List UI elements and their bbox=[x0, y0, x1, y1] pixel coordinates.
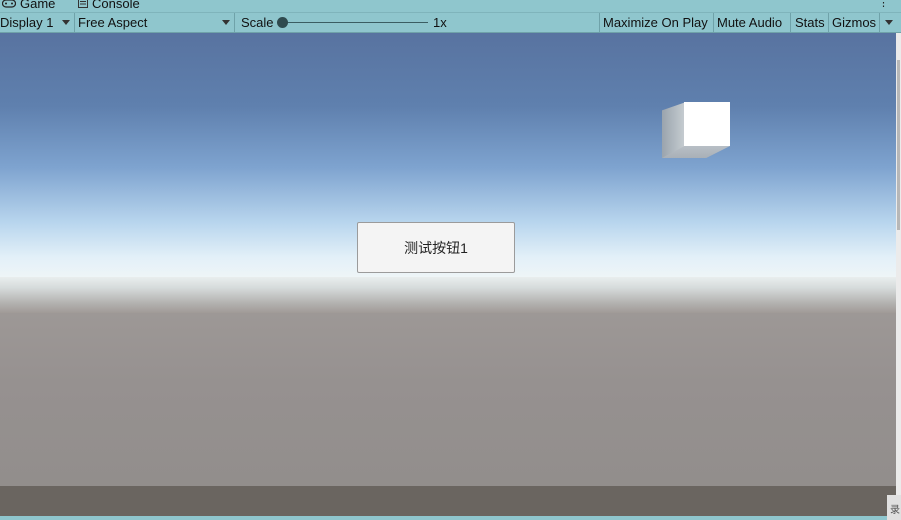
maximize-on-play-label: Maximize On Play bbox=[603, 15, 708, 30]
tab-game-label: Game bbox=[20, 0, 56, 11]
divider bbox=[790, 13, 791, 32]
corner-glyph: 录 bbox=[890, 505, 900, 516]
mute-audio-label: Mute Audio bbox=[717, 15, 783, 30]
ground-plane bbox=[0, 313, 896, 486]
more-options-icon[interactable]: ⋮ bbox=[878, 0, 889, 9]
mute-audio-toggle[interactable]: Mute Audio bbox=[717, 13, 782, 32]
scale-label: Scale bbox=[241, 13, 274, 32]
corner-panel: 录 bbox=[887, 495, 901, 520]
aspect-dropdown-label: Free Aspect bbox=[78, 15, 148, 30]
cube-face bbox=[684, 102, 730, 146]
chevron-down-icon bbox=[222, 20, 230, 25]
divider bbox=[234, 13, 235, 32]
divider bbox=[713, 13, 714, 32]
divider bbox=[74, 13, 75, 32]
ground-shadow bbox=[0, 486, 896, 516]
display-dropdown-label: Display 1 bbox=[0, 15, 54, 30]
console-icon bbox=[78, 0, 88, 8]
chevron-down-icon bbox=[62, 20, 70, 25]
scrollbar-thumb[interactable] bbox=[897, 60, 900, 230]
gizmos-toggle[interactable]: Gizmos bbox=[832, 13, 876, 32]
game-toolbar: Display 1 Free Aspect Scale 1x Maximize … bbox=[0, 12, 901, 33]
tab-console-label: Console bbox=[92, 0, 140, 11]
horizon bbox=[0, 277, 896, 313]
stats-toggle[interactable]: Stats bbox=[795, 13, 825, 32]
scale-slider-track[interactable] bbox=[283, 22, 428, 23]
aspect-dropdown[interactable]: Free Aspect bbox=[78, 13, 234, 32]
gizmos-label: Gizmos bbox=[832, 15, 877, 30]
divider bbox=[599, 13, 600, 32]
test-button-label: 测试按钮1 bbox=[404, 239, 468, 256]
gamepad-icon bbox=[2, 0, 16, 8]
divider bbox=[879, 13, 880, 32]
stats-label: Stats bbox=[795, 15, 825, 30]
tab-strip: Game Console ⋮ bbox=[0, 0, 901, 12]
test-button[interactable]: 测试按钮1 bbox=[357, 222, 515, 273]
divider bbox=[828, 13, 829, 32]
tab-console[interactable]: Console bbox=[78, 0, 140, 12]
scale-value: 1x bbox=[433, 13, 447, 32]
scale-value-text: 1x bbox=[433, 15, 447, 30]
gizmos-dropdown-icon[interactable] bbox=[885, 20, 893, 25]
tab-game[interactable]: Game bbox=[0, 0, 70, 12]
scale-label-text: Scale bbox=[241, 15, 274, 30]
bottom-bar bbox=[0, 516, 887, 520]
scale-slider-handle[interactable] bbox=[277, 17, 288, 28]
maximize-on-play-toggle[interactable]: Maximize On Play bbox=[603, 13, 708, 32]
game-viewport[interactable]: 测试按钮1 bbox=[0, 33, 896, 516]
